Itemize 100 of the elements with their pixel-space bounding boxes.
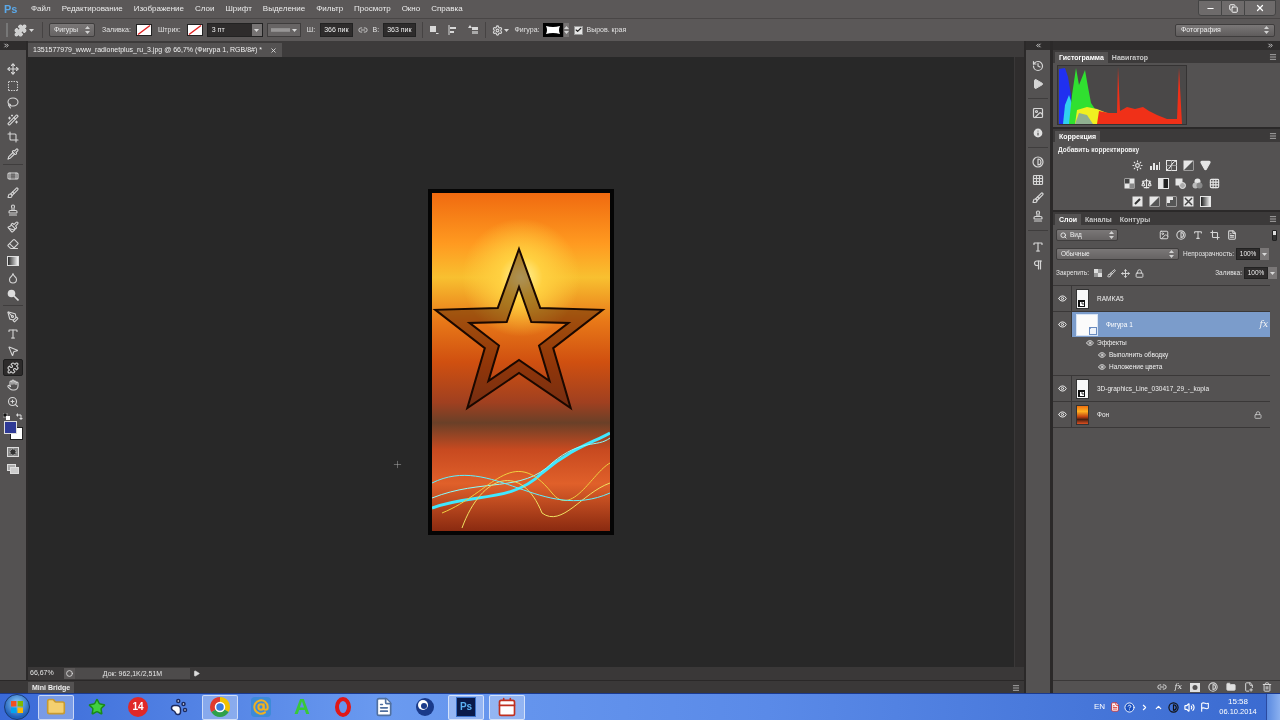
effects-button[interactable]: fx <box>1174 682 1182 692</box>
document-filter-icon[interactable] <box>1227 230 1237 240</box>
mask-icon[interactable] <box>1190 682 1200 692</box>
grid-icon[interactable] <box>1208 177 1220 189</box>
brush-lock-icon[interactable] <box>1106 268 1116 278</box>
type-icon[interactable] <box>1032 241 1044 253</box>
sun-icon[interactable] <box>1132 159 1143 171</box>
menu-item[interactable]: Фильтр <box>316 3 344 15</box>
tool-preset-picker[interactable] <box>12 22 36 38</box>
collapse-icon[interactable] <box>1034 42 1042 49</box>
image-filter-icon[interactable] <box>1159 230 1169 240</box>
triangle-icon[interactable] <box>1200 159 1211 171</box>
color-swatches-icon[interactable] <box>3 421 23 440</box>
diagonal-square-icon[interactable] <box>1149 195 1160 207</box>
close-button[interactable] <box>1244 0 1276 16</box>
eye-icon[interactable] <box>1098 351 1106 359</box>
link-icon[interactable] <box>357 25 368 35</box>
eye-icon[interactable] <box>1086 339 1094 347</box>
swap-arrows-icon[interactable] <box>16 413 23 420</box>
expand-icon[interactable] <box>1267 42 1274 49</box>
brush-icon[interactable] <box>1032 192 1044 204</box>
menu-item[interactable]: Слои <box>195 3 215 15</box>
split-square-icon[interactable] <box>1123 177 1135 189</box>
eye-icon[interactable] <box>1098 363 1106 371</box>
trash-icon[interactable] <box>1262 682 1272 692</box>
link-icon[interactable] <box>1156 682 1167 692</box>
info-icon[interactable] <box>1032 127 1044 139</box>
panel-menu-icon[interactable] <box>1269 132 1277 140</box>
menu-item[interactable]: Справка <box>431 3 463 15</box>
grid-icon[interactable] <box>1032 174 1044 186</box>
taskbar-app[interactable]: 14 <box>120 694 156 720</box>
bars-icon[interactable] <box>1149 159 1160 171</box>
screen-mode-icon[interactable] <box>7 464 19 474</box>
path-operations-icon[interactable] <box>428 25 439 35</box>
align-edges-checkbox[interactable] <box>574 25 584 35</box>
path-alignment-icon[interactable] <box>447 25 458 35</box>
panel-menu-icon[interactable] <box>1269 215 1277 223</box>
menu-item[interactable]: Шрифт <box>225 3 252 15</box>
help-icon[interactable] <box>1124 701 1135 713</box>
menu-item[interactable]: Изображение <box>133 3 185 15</box>
show-desktop-button[interactable] <box>1266 694 1280 720</box>
language-indicator[interactable]: EN <box>1093 701 1105 713</box>
chevron-icon[interactable] <box>1140 702 1149 712</box>
contrast-icon[interactable] <box>1168 701 1179 713</box>
stamp-icon[interactable] <box>1032 210 1044 222</box>
steps-square-icon[interactable] <box>1166 195 1177 207</box>
diagonal-square-icon[interactable] <box>1183 159 1194 171</box>
contrast-filter-icon[interactable] <box>1176 230 1186 240</box>
taskbar-app[interactable] <box>489 694 525 720</box>
stroke-style-dropdown[interactable] <box>266 23 301 37</box>
eye-icon[interactable] <box>1057 294 1067 303</box>
document-icon[interactable] <box>1110 702 1120 712</box>
menu-item[interactable]: Файл <box>31 3 51 15</box>
image-icon[interactable] <box>1032 107 1044 119</box>
checkerboard-lock-icon[interactable] <box>1093 269 1102 277</box>
eye-icon[interactable] <box>1057 410 1067 419</box>
tool-button[interactable] <box>3 359 23 376</box>
quick-mask-icon[interactable] <box>7 447 19 457</box>
flag-icon[interactable] <box>1200 702 1210 712</box>
scale-icon[interactable] <box>1140 177 1152 189</box>
curve-grid-icon[interactable] <box>1166 159 1177 171</box>
filter-toggle[interactable] <box>1272 229 1277 241</box>
menu-item[interactable]: Просмотр <box>354 3 391 15</box>
circle-icon[interactable] <box>66 670 73 677</box>
three-circles-icon[interactable] <box>1191 177 1203 189</box>
app-logo: Ps <box>456 697 476 717</box>
eye-icon[interactable] <box>1057 384 1067 393</box>
move-lock-icon[interactable] <box>1120 268 1130 278</box>
default-colors-icon[interactable] <box>3 413 10 420</box>
paragraph-icon[interactable] <box>1032 259 1044 271</box>
crop-filter-icon[interactable] <box>1210 230 1220 240</box>
invert-square-icon[interactable] <box>1132 195 1143 207</box>
cross-square-icon[interactable] <box>1183 195 1194 207</box>
taskbar-app[interactable]: Ps <box>448 694 484 720</box>
stroke-swatch-icon[interactable] <box>186 24 203 36</box>
panel-menu-icon[interactable] <box>1012 684 1020 692</box>
eye-icon[interactable] <box>1057 320 1067 329</box>
stacked-squares-icon[interactable] <box>1174 177 1186 189</box>
restore-button[interactable] <box>1222 0 1244 16</box>
half-square-icon[interactable] <box>1157 177 1169 189</box>
type-filter-icon[interactable] <box>1193 230 1203 240</box>
shape-preview-icon[interactable] <box>543 23 564 37</box>
menu-item[interactable]: Редактирование <box>61 3 123 15</box>
panel-menu-icon[interactable] <box>1269 53 1277 61</box>
play-triangle-icon[interactable] <box>193 670 200 677</box>
fill-swatch-icon[interactable] <box>135 24 152 36</box>
expand-icon[interactable] <box>3 42 10 49</box>
play-icon[interactable] <box>1032 78 1044 90</box>
start-button[interactable] <box>4 694 30 720</box>
new-page-icon[interactable] <box>1244 682 1254 692</box>
folder-icon[interactable] <box>1226 682 1236 692</box>
close-icon[interactable] <box>269 46 277 54</box>
speaker-icon[interactable] <box>1184 701 1195 713</box>
gradient-square-icon[interactable] <box>1200 195 1211 207</box>
path-arrangement-icon[interactable] <box>466 24 479 36</box>
menu-item[interactable]: Окно <box>401 3 421 15</box>
settings-button[interactable] <box>491 24 509 36</box>
history-icon[interactable] <box>1032 60 1044 72</box>
lock-icon[interactable] <box>1134 268 1144 278</box>
menu-item[interactable]: Выделение <box>262 3 306 15</box>
